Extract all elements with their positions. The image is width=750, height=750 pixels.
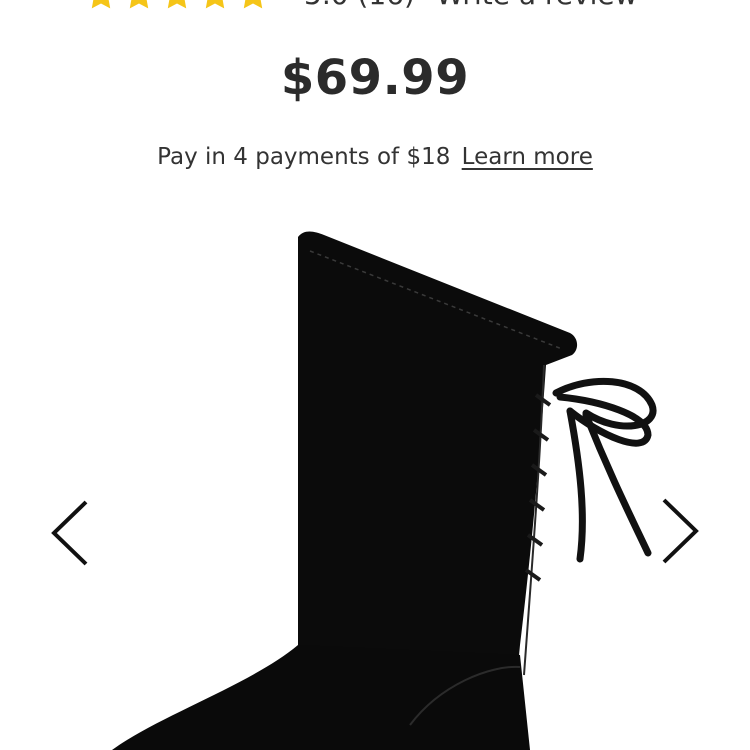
product-price: $69.99 bbox=[280, 50, 470, 106]
star-icon bbox=[91, 0, 111, 9]
rating-score-count: 5.0 (16) bbox=[304, 0, 415, 12]
installment-text: Pay in 4 payments of $18 bbox=[157, 144, 451, 170]
product-image[interactable] bbox=[100, 215, 680, 750]
learn-more-link[interactable]: Learn more bbox=[462, 144, 593, 170]
star-icon bbox=[167, 0, 187, 9]
star-icon bbox=[129, 0, 149, 9]
star-icon bbox=[243, 0, 263, 9]
star-rating bbox=[84, 0, 270, 12]
chevron-right-icon[interactable] bbox=[658, 496, 702, 566]
installment-info: Pay in 4 payments of $18 Learn more bbox=[0, 140, 750, 174]
chevron-left-icon[interactable] bbox=[48, 498, 92, 568]
rating-row: 5.0 (16) Write a review bbox=[0, 0, 750, 20]
write-review-link[interactable]: Write a review bbox=[436, 0, 637, 12]
star-icon bbox=[205, 0, 225, 9]
boot-foot bbox=[112, 645, 530, 750]
boot-bow bbox=[552, 377, 657, 563]
